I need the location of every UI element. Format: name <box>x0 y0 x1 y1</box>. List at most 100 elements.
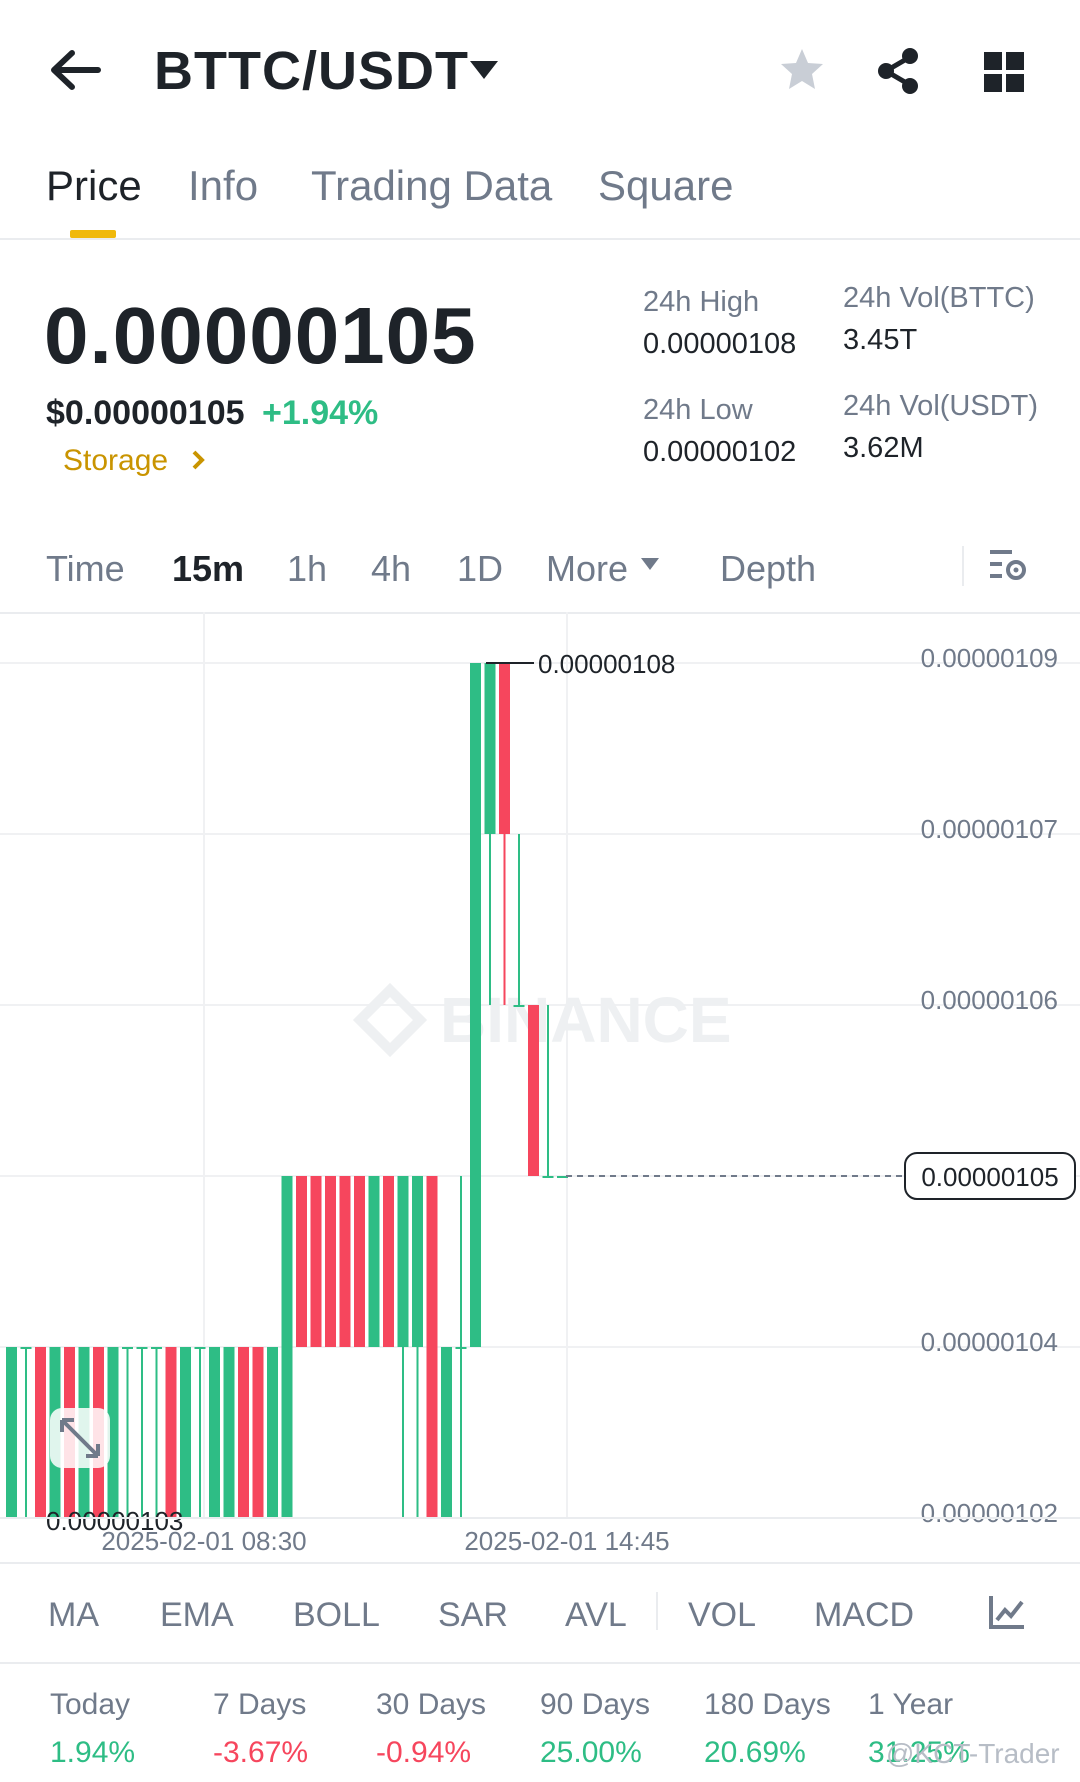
indicator-avl[interactable]: AVL <box>565 1596 627 1635</box>
candlestick-chart[interactable]: BINANCE0.000001080.000001030.000001090.0… <box>0 612 1080 1562</box>
candle-body <box>470 663 481 1347</box>
candle-body <box>194 1347 206 1349</box>
y-axis-tick-label: 0.00000106 <box>921 985 1058 1015</box>
stat-low-label: 24h Low <box>643 394 753 426</box>
tabs-divider <box>0 238 1080 240</box>
x-axis-tick-label: 2025-02-01 14:45 <box>464 1526 669 1556</box>
candle-body <box>354 1176 365 1347</box>
candle-body <box>209 1347 220 1518</box>
category-tag[interactable]: Storage <box>63 444 168 478</box>
chart-bottom-divider <box>0 1562 1080 1564</box>
candle-body <box>528 1005 539 1176</box>
active-tab-indicator <box>70 230 116 238</box>
current-price-label: 0.00000105 <box>921 1162 1058 1192</box>
candle-body <box>296 1176 307 1347</box>
share-icon[interactable] <box>874 46 922 96</box>
last-price: 0.00000105 <box>44 291 477 380</box>
indicator-vol[interactable]: VOL <box>688 1596 756 1635</box>
chevron-right-icon[interactable] <box>190 448 206 472</box>
candle-body <box>180 1347 191 1518</box>
perf-label: 180 Days <box>704 1688 831 1721</box>
perf-value: 25.00% <box>540 1736 642 1769</box>
candle-body <box>499 663 510 834</box>
candle-body <box>484 663 496 834</box>
watermark-logo-icon <box>352 982 428 1058</box>
candle-body <box>412 1176 423 1347</box>
indicator-boll[interactable]: BOLL <box>293 1596 380 1635</box>
chart-watermark: BINANCE <box>440 984 732 1056</box>
y-axis-tick-label: 0.00000102 <box>921 1498 1058 1528</box>
x-axis-tick-label: 2025-02-01 08:30 <box>101 1526 306 1556</box>
candle-body <box>35 1347 46 1518</box>
candle-body <box>339 1176 351 1347</box>
expand-icon[interactable] <box>50 1408 110 1468</box>
candle-body <box>455 1347 467 1349</box>
perf-value: 20.69% <box>704 1736 806 1769</box>
interval-1d[interactable]: 1D <box>457 548 503 590</box>
arrow-left-icon[interactable] <box>48 48 102 92</box>
perf-value: 1.94% <box>50 1736 136 1769</box>
candle-body <box>223 1347 235 1518</box>
interval-1h[interactable]: 1h <box>287 548 327 590</box>
candle-body <box>20 1347 32 1349</box>
indicator-macd[interactable]: MACD <box>814 1596 914 1635</box>
candle-body <box>383 1176 394 1347</box>
interval-more[interactable]: More <box>546 548 628 590</box>
grid-icon[interactable] <box>984 52 1024 92</box>
interval-depth[interactable]: Depth <box>720 548 816 590</box>
candle-body <box>426 1176 438 1518</box>
stat-high-label: 24h High <box>643 286 760 318</box>
candle-body <box>325 1176 336 1347</box>
caret-down-icon[interactable] <box>468 58 500 82</box>
tab-square[interactable]: Square <box>598 162 733 210</box>
perf-label: 30 Days <box>376 1688 487 1721</box>
candle-body <box>397 1176 409 1347</box>
candle-body <box>151 1347 162 1349</box>
candle-body <box>136 1347 148 1349</box>
candle-body <box>252 1347 264 1518</box>
usd-price: $0.00000105 <box>46 394 245 432</box>
perf-label: 7 Days <box>213 1688 307 1721</box>
perf-label: 1 Year <box>868 1688 954 1721</box>
y-axis-tick-label: 0.00000104 <box>921 1327 1058 1357</box>
indicator-sar[interactable]: SAR <box>438 1596 508 1635</box>
candle-body <box>165 1347 177 1518</box>
candle-body <box>281 1176 293 1518</box>
interval-separator <box>962 546 964 586</box>
chart-line-icon[interactable] <box>988 1594 1026 1630</box>
chart-settings-icon[interactable] <box>988 546 1028 586</box>
caret-down-icon[interactable] <box>640 556 660 572</box>
perf-label: 90 Days <box>540 1688 651 1721</box>
interval-4h[interactable]: 4h <box>371 548 411 590</box>
stat-vol-base-value: 3.45T <box>843 324 918 356</box>
stat-low-value: 0.00000102 <box>643 436 797 468</box>
star-icon[interactable] <box>778 46 826 94</box>
interval-time[interactable]: Time <box>46 548 125 590</box>
y-axis-tick-label: 0.00000107 <box>921 814 1058 844</box>
high-marker-label: 0.00000108 <box>538 649 675 679</box>
candle-body <box>310 1176 322 1347</box>
perf-label: Today <box>50 1688 131 1721</box>
candle-body <box>513 1005 525 1007</box>
pair-title[interactable]: BTTC/USDT <box>154 40 469 102</box>
stat-vol-quote-label: 24h Vol(USDT) <box>843 390 1039 422</box>
candle-body <box>267 1347 278 1518</box>
stat-vol-quote-value: 3.62M <box>843 432 924 464</box>
perf-value: -0.94% <box>376 1736 472 1769</box>
candle-body <box>122 1347 133 1349</box>
indicator-separator <box>656 1592 658 1630</box>
indicator-ema[interactable]: EMA <box>160 1596 234 1635</box>
tab-price[interactable]: Price <box>46 162 142 210</box>
stat-high-value: 0.00000108 <box>643 328 797 360</box>
tab-info[interactable]: Info <box>188 162 258 210</box>
corner-watermark: @KCT-Trader <box>886 1738 1060 1769</box>
perf-value: -3.67% <box>213 1736 309 1769</box>
tab-trading-data[interactable]: Trading Data <box>311 162 552 210</box>
candle-body <box>542 1176 554 1178</box>
candle-body <box>368 1176 380 1347</box>
indicator-ma[interactable]: MA <box>48 1596 99 1635</box>
y-axis-tick-label: 0.00000109 <box>921 643 1058 673</box>
stat-vol-base-label: 24h Vol(BTTC) <box>843 282 1035 314</box>
interval-15m[interactable]: 15m <box>172 548 244 590</box>
candle-body <box>441 1347 452 1518</box>
